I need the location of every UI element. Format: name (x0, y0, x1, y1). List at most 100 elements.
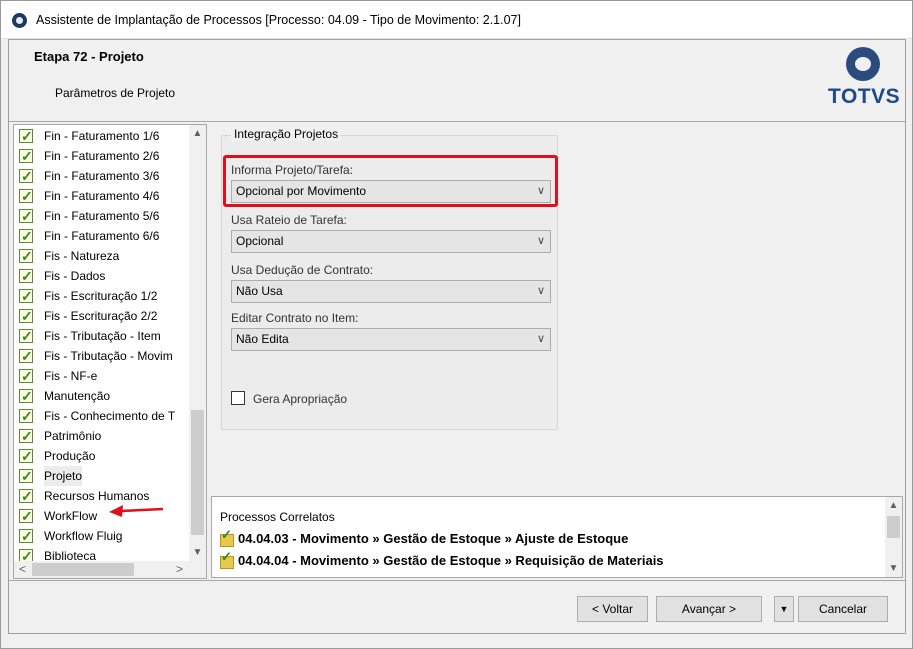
check-icon (19, 126, 33, 146)
sidebar-item-projeto[interactable]: Projeto (14, 466, 190, 486)
usa-deducao-value: Não Usa (236, 284, 283, 298)
sidebar-item-label: Fis - Tributação - Movim (44, 349, 173, 363)
parameters-panel: Integração Projetos Informa Projeto/Tare… (211, 124, 903, 495)
dropdown-arrow-button[interactable]: ▼ (774, 596, 794, 622)
check-icon (19, 306, 33, 326)
usa-deducao-select[interactable]: Não Usa ∨ (231, 280, 551, 303)
check-icon (19, 146, 33, 166)
chevron-down-icon: ∨ (536, 285, 545, 297)
sidebar-item-recursos-humanos[interactable]: Recursos Humanos (14, 486, 190, 506)
integracao-projetos-group: Integração Projetos Informa Projeto/Tare… (221, 127, 558, 430)
check-icon (19, 266, 33, 286)
sidebar-item-label: Fis - Natureza (44, 249, 120, 263)
sidebar-item-fin-faturamento-6[interactable]: Fin - Faturamento 6/6 (14, 226, 190, 246)
list-item[interactable]: 04.04.03 - Movimento » Gestão de Estoque… (220, 527, 629, 547)
sidebar-item-label: Fin - Faturamento 5/6 (44, 209, 160, 223)
process-icon (220, 549, 234, 569)
window-title: Assistente de Implantação de Processos [… (36, 13, 521, 27)
usa-rateio-value: Opcional (236, 234, 284, 248)
check-icon (19, 526, 33, 546)
totvs-app-icon (12, 13, 27, 28)
back-button[interactable]: < Voltar (577, 596, 648, 622)
gera-apropriacao-label[interactable]: Gera Apropriação (253, 392, 347, 406)
red-arrow-icon (109, 505, 164, 517)
sidebar-item-fin-faturamento-1[interactable]: Fin - Faturamento 1/6 (14, 126, 190, 146)
scroll-down-icon[interactable]: ▼ (885, 560, 902, 577)
sidebar-item-fin-faturamento-3[interactable]: Fin - Faturamento 3/6 (14, 166, 190, 186)
sidebar-item-fis-natureza[interactable]: Fis - Natureza (14, 246, 190, 266)
check-icon (19, 486, 33, 506)
check-icon (19, 206, 33, 226)
check-icon (19, 406, 33, 426)
sidebar-item-fin-faturamento-4[interactable]: Fin - Faturamento 4/6 (14, 186, 190, 206)
totvs-logo: TOTVS (828, 47, 901, 113)
check-icon (19, 326, 33, 346)
sidebar-item-producao[interactable]: Produção (14, 446, 190, 466)
sidebar-vertical-scrollbar[interactable]: ▲ ▼ (189, 125, 206, 561)
sidebar-item-fis-escrituracao-1[interactable]: Fis - Escrituração 1/2 (14, 286, 190, 306)
title-bar: Assistente de Implantação de Processos [… (1, 1, 912, 39)
chevron-down-icon: ∨ (536, 235, 545, 247)
sidebar-item-label: Fis - Dados (44, 269, 106, 283)
check-icon (19, 386, 33, 406)
sidebar-item-label: Fin - Faturamento 1/6 (44, 129, 160, 143)
sidebar-item-label: Workflow Fluig (44, 529, 123, 543)
totvs-logo-text: TOTVS (828, 85, 901, 108)
sidebar-item-label: Fin - Faturamento 3/6 (44, 169, 160, 183)
sidebar-item-fis-tributacao-movimento[interactable]: Fis - Tributação - Movim (14, 346, 190, 366)
correlato-text: 04.04.04 - Movimento » Gestão de Estoque… (238, 553, 664, 568)
wizard-frame: Etapa 72 - Projeto Parâmetros de Projeto… (8, 39, 906, 634)
check-icon (19, 506, 33, 526)
highlight-box (223, 155, 558, 207)
sidebar-item-label: Fis - NF-e (44, 369, 98, 383)
wizard-footer: < Voltar Avançar > ▼ Cancelar (9, 580, 905, 633)
editar-contrato-select[interactable]: Não Edita ∨ (231, 328, 551, 351)
step-title: Etapa 72 - Projeto (34, 49, 144, 64)
sidebar-item-fis-dados[interactable]: Fis - Dados (14, 266, 190, 286)
sidebar-item-label: Fin - Faturamento 6/6 (44, 229, 160, 243)
sidebar-item-fis-escrituracao-2[interactable]: Fis - Escrituração 2/2 (14, 306, 190, 326)
correlatos-scrollbar[interactable]: ▲ ▼ (885, 497, 902, 577)
sidebar-item-label: Recursos Humanos (44, 489, 150, 503)
correlato-text: 04.04.03 - Movimento » Gestão de Estoque… (238, 531, 629, 546)
sidebar-item-label: Fin - Faturamento 4/6 (44, 189, 160, 203)
check-icon (19, 226, 33, 246)
process-icon (220, 527, 234, 547)
sidebar-item-label: Fin - Faturamento 2/6 (44, 149, 160, 163)
sidebar-item-patrimonio[interactable]: Patrimônio (14, 426, 190, 446)
sidebar-item-label: Fis - Escrituração 1/2 (44, 289, 158, 303)
check-icon (19, 346, 33, 366)
usa-rateio-select[interactable]: Opcional ∨ (231, 230, 551, 253)
sidebar-item-label: Fis - Conhecimento de T (44, 409, 176, 423)
scroll-up-icon[interactable]: ▲ (189, 125, 206, 142)
check-icon (19, 466, 33, 486)
correlatos-title: Processos Correlatos (220, 510, 335, 524)
next-button[interactable]: Avançar > (656, 596, 762, 622)
list-item[interactable]: 04.04.04 - Movimento » Gestão de Estoque… (220, 549, 664, 569)
correlatos-scroll-thumb[interactable] (887, 516, 900, 538)
steps-list[interactable]: Fin - Faturamento 1/6 Fin - Faturamento … (13, 124, 207, 579)
scroll-right-icon[interactable]: > (171, 561, 188, 578)
sidebar-item-fin-faturamento-5[interactable]: Fin - Faturamento 5/6 (14, 206, 190, 226)
scroll-down-icon[interactable]: ▼ (189, 544, 206, 561)
wizard-window: Assistente de Implantação de Processos [… (0, 0, 913, 649)
sidebar-horizontal-scrollbar[interactable]: < > (14, 561, 206, 578)
sidebar-item-manutencao[interactable]: Manutenção (14, 386, 190, 406)
sidebar-item-fis-conhecimento[interactable]: Fis - Conhecimento de T (14, 406, 190, 426)
check-icon (19, 286, 33, 306)
sidebar-item-fis-tributacao-item[interactable]: Fis - Tributação - Item (14, 326, 190, 346)
sidebar-item-fin-faturamento-2[interactable]: Fin - Faturamento 2/6 (14, 146, 190, 166)
processos-correlatos-panel: Processos Correlatos 04.04.03 - Moviment… (211, 496, 903, 578)
sidebar-item-label: Manutenção (44, 389, 111, 403)
sidebar-item-label: Fis - Tributação - Item (44, 329, 161, 343)
gera-apropriacao-checkbox[interactable] (231, 391, 245, 405)
scroll-up-icon[interactable]: ▲ (885, 497, 902, 514)
sidebar-hscroll-thumb[interactable] (32, 563, 134, 576)
sidebar-scroll-thumb[interactable] (191, 410, 204, 535)
chevron-down-icon: ∨ (536, 333, 545, 345)
cancel-button[interactable]: Cancelar (798, 596, 888, 622)
editar-contrato-label: Editar Contrato no Item: (231, 311, 359, 325)
sidebar-item-fis-nfe[interactable]: Fis - NF-e (14, 366, 190, 386)
sidebar-item-workflow-fluig[interactable]: Workflow Fluig (14, 526, 190, 546)
scroll-left-icon[interactable]: < (14, 561, 31, 578)
